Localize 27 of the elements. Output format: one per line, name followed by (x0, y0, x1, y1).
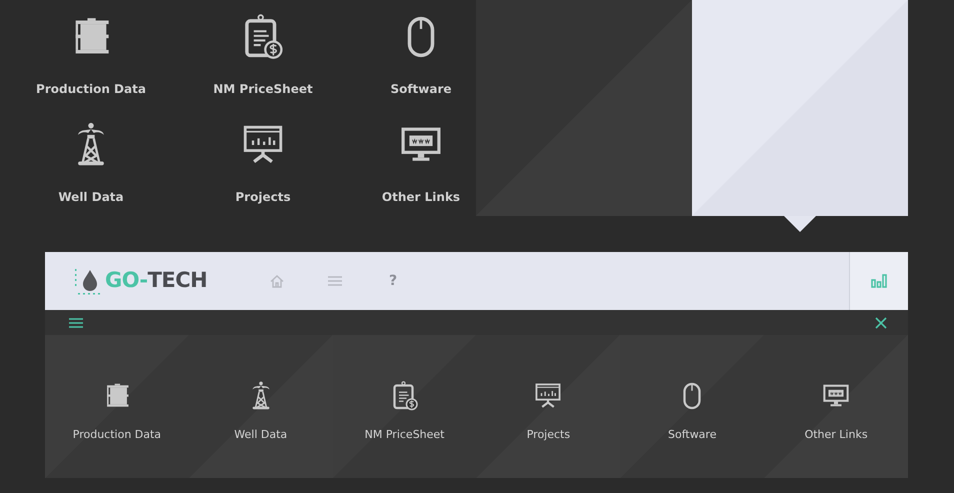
menu-tile[interactable]: Production Data (45, 335, 189, 478)
home-button[interactable] (269, 273, 285, 289)
launcher-tile[interactable]: Projects (208, 108, 318, 206)
pointer-icon (784, 216, 816, 232)
menu-tile[interactable]: Well Data (188, 335, 333, 478)
logo-text: GO- (105, 267, 148, 294)
clipboard-icon (243, 14, 283, 60)
launcher-tile[interactable]: Production Data (36, 0, 146, 98)
chart-button[interactable] (849, 252, 908, 310)
menu-tile[interactable]: Projects (476, 335, 620, 478)
close-icon (875, 316, 887, 328)
bar-chart-icon (871, 274, 887, 288)
clipboard-icon (392, 381, 418, 411)
launcher-tile[interactable]: Well Data (36, 108, 146, 206)
menu-button[interactable] (69, 318, 83, 328)
close-button[interactable] (875, 316, 887, 328)
launcher-tile[interactable]: Software (366, 0, 476, 98)
menu-tile[interactable]: Other Links (764, 335, 908, 478)
home-icon (270, 274, 284, 288)
logo-text: TECH (148, 267, 208, 294)
menu-icon (328, 276, 342, 286)
logo-icon (75, 267, 101, 295)
menu-icon (69, 318, 83, 328)
launcher-tile[interactable]: Other Links (366, 108, 476, 206)
launcher-tile[interactable]: NM PriceSheet (208, 0, 318, 98)
menu-tile[interactable]: Software (620, 335, 764, 478)
menu-tile[interactable]: NM PriceSheet (332, 335, 476, 478)
